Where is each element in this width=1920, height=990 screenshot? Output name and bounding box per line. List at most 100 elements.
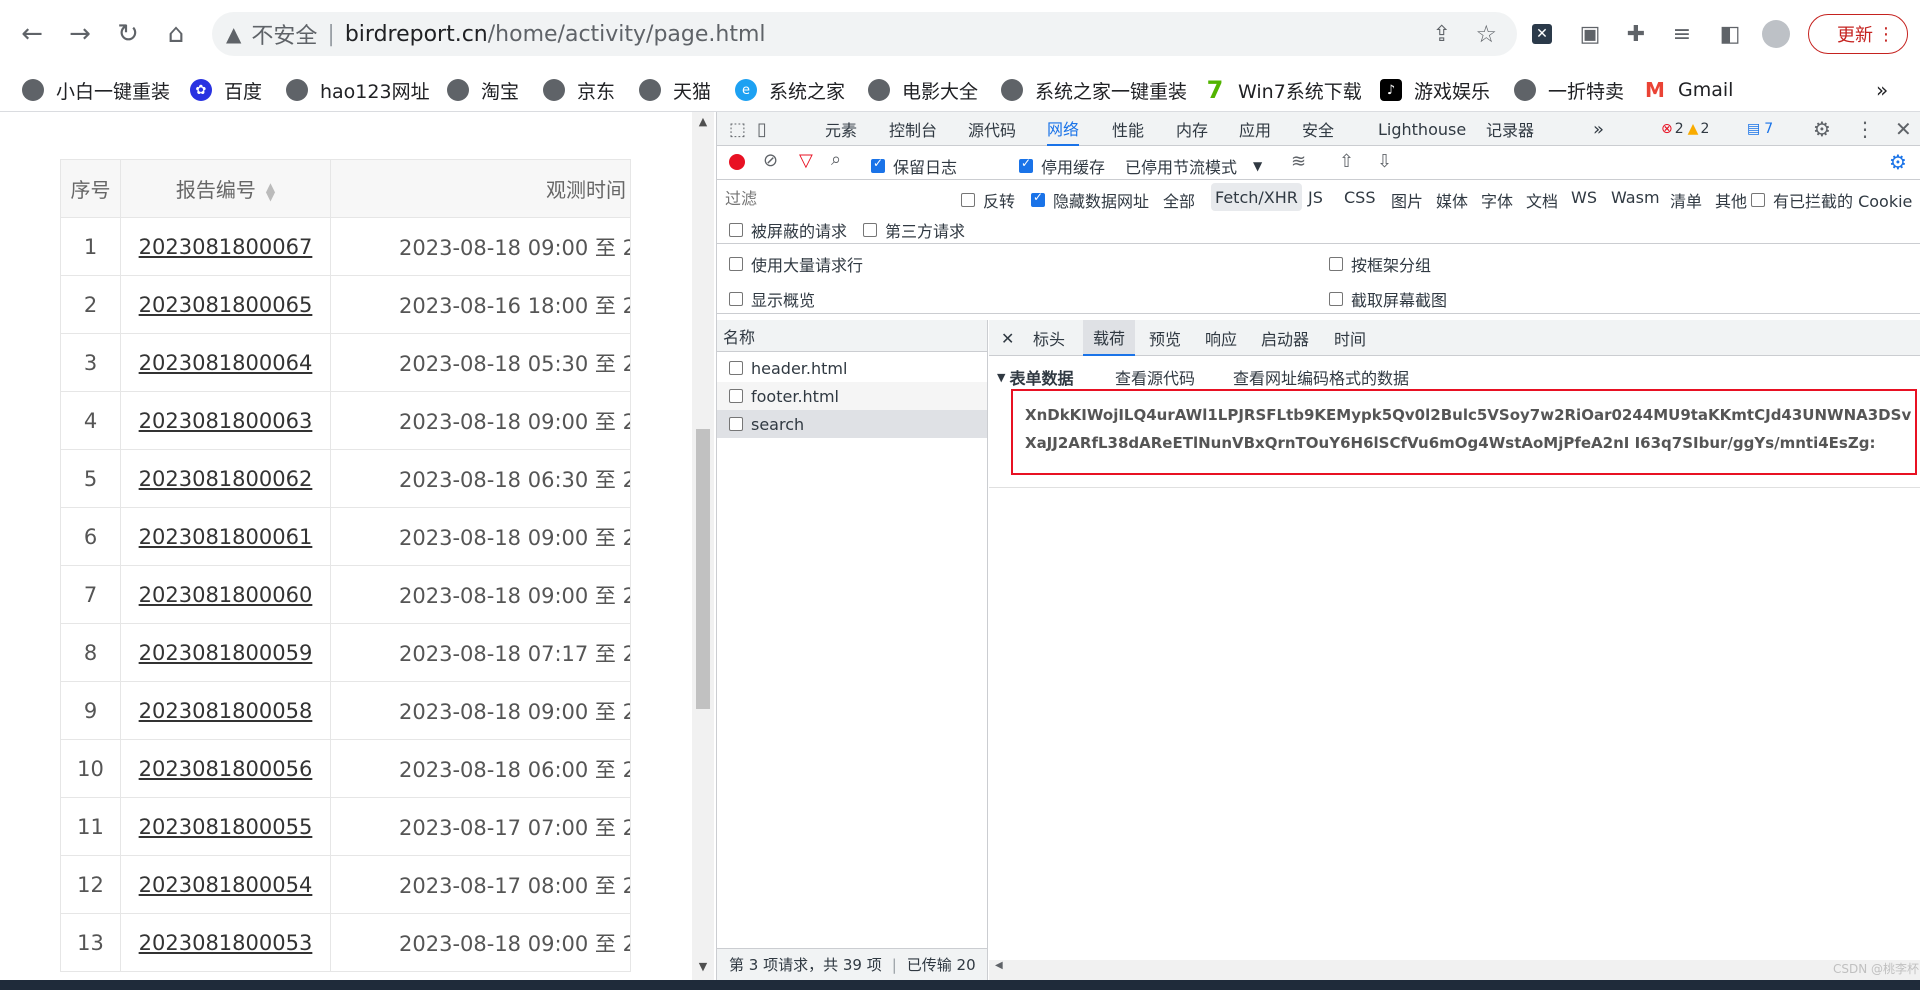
scrollbar-thumb[interactable] (696, 429, 710, 709)
home-icon[interactable]: ⌂ (156, 14, 196, 54)
blocked-cookies-checkbox[interactable]: 有已拦截的 Cookie (1751, 188, 1912, 212)
filter-type-img[interactable]: 图片 (1391, 188, 1423, 212)
tab-response[interactable]: 响应 (1205, 320, 1237, 356)
bookmark-item[interactable]: 一折特卖 (1514, 76, 1624, 104)
sort-icon[interactable]: ▲ ▼ (266, 181, 275, 202)
throttling-select[interactable]: 已停用节流模式 ▼ (1125, 154, 1262, 178)
payload-value[interactable]: XnDkKIWojILQ4urAWl1LPJRSFLtb9KEMypk5Qv0l… (1011, 389, 1917, 475)
clear-icon[interactable]: ⊘ (763, 150, 778, 171)
filter-funnel-icon[interactable]: ▽ (799, 150, 813, 171)
bookmark-item[interactable]: hao123网址 (286, 76, 430, 104)
filter-input[interactable] (721, 186, 941, 210)
update-button[interactable]: 更新 ⋮ (1808, 14, 1908, 54)
show-overview-checkbox[interactable]: 显示概览 (729, 287, 815, 311)
tab-network[interactable]: 网络 (1047, 112, 1080, 146)
screenshots-checkbox[interactable]: 截取屏幕截图 (1329, 287, 1447, 311)
puzzle-extensions-icon[interactable]: ✚ (1618, 16, 1654, 52)
name-column-header[interactable]: 名称 (717, 320, 987, 352)
export-har-icon[interactable]: ⇩ (1377, 151, 1392, 172)
more-tabs-icon[interactable]: » (1593, 112, 1604, 146)
filter-type-fetch-xhr[interactable]: Fetch/XHR (1211, 183, 1302, 211)
checkbox-unchecked[interactable] (729, 292, 743, 306)
filter-type-ws[interactable]: WS (1571, 188, 1597, 207)
column-header-report-no[interactable]: 报告编号 ▲ ▼ (120, 159, 331, 218)
device-toolbar-icon[interactable]: ▯ (757, 112, 767, 146)
report-no-link[interactable]: 2023081800061 (139, 525, 313, 549)
media-control-icon[interactable]: ≡ (1664, 16, 1700, 52)
third-party-checkbox[interactable]: 第三方请求 (863, 218, 965, 242)
page-scrollbar[interactable]: ▲ ▼ (692, 112, 714, 980)
filter-type-manifest[interactable]: 清单 (1670, 188, 1702, 212)
filter-type-media[interactable]: 媒体 (1436, 188, 1468, 212)
report-no-link[interactable]: 2023081800067 (139, 235, 313, 259)
report-no-link[interactable]: 2023081800064 (139, 351, 313, 375)
view-source-link[interactable]: 查看源代码 (1115, 365, 1195, 389)
bookmark-item[interactable]: e 系统之家 (735, 76, 845, 104)
share-icon[interactable]: ⇪ (1433, 22, 1451, 47)
preserve-log-checkbox[interactable]: 保留日志 (871, 154, 957, 178)
reload-icon[interactable]: ↻ (108, 14, 148, 54)
bookmark-item[interactable]: 天猫 (639, 76, 711, 104)
report-no-link[interactable]: 2023081800059 (139, 641, 313, 665)
large-rows-checkbox[interactable]: 使用大量请求行 (729, 252, 863, 276)
devtools-menu-icon[interactable]: ⋮ (1855, 112, 1875, 146)
tab-lighthouse[interactable]: Lighthouse (1378, 112, 1466, 146)
checkbox-unchecked[interactable] (1329, 257, 1343, 271)
report-no-link[interactable]: 2023081800060 (139, 583, 313, 607)
filter-type-all[interactable]: 全部 (1163, 188, 1195, 212)
tab-sources[interactable]: 源代码 (968, 112, 1016, 146)
checkbox-checked[interactable] (871, 156, 885, 173)
filter-type-css[interactable]: CSS (1344, 188, 1375, 207)
filter-type-wasm[interactable]: Wasm (1611, 188, 1660, 207)
bookmark-star-icon[interactable]: ☆ (1475, 20, 1497, 48)
report-no-link[interactable]: 2023081800053 (139, 931, 313, 955)
tab-elements[interactable]: 元素 (825, 112, 857, 146)
kebab-menu-icon[interactable]: ⋮ (1877, 24, 1895, 45)
profile-avatar-icon[interactable] (1758, 16, 1794, 52)
form-data-section[interactable]: ▼ 表单数据 (997, 365, 1073, 389)
hide-data-urls-checkbox[interactable]: 隐藏数据网址 (1031, 188, 1149, 212)
checkbox-checked[interactable] (1019, 156, 1033, 173)
request-row-selected[interactable]: search (717, 410, 987, 438)
tab-initiator[interactable]: 启动器 (1261, 320, 1309, 356)
checkbox-unchecked[interactable] (729, 257, 743, 271)
request-row[interactable]: footer.html (717, 382, 987, 410)
tab-memory[interactable]: 内存 (1176, 112, 1208, 146)
import-har-icon[interactable]: ⇧ (1339, 151, 1354, 172)
report-no-link[interactable]: 2023081800056 (139, 757, 313, 781)
group-by-frame-checkbox[interactable]: 按框架分组 (1329, 252, 1431, 276)
bookmark-item[interactable]: 小白一键重装 (22, 76, 170, 104)
messages-counter[interactable]: ▤ 7 (1747, 112, 1773, 146)
tab-console[interactable]: 控制台 (889, 112, 937, 146)
report-no-link[interactable]: 2023081800062 (139, 467, 313, 491)
bookmark-item[interactable]: ✿ 百度 (190, 76, 262, 104)
scroll-down-arrow-icon[interactable]: ▼ (692, 957, 714, 977)
inspect-element-icon[interactable]: ⬚ (729, 112, 746, 146)
record-icon[interactable] (729, 154, 745, 170)
tab-recorder[interactable]: 记录器 (1486, 112, 1534, 146)
bookmark-item[interactable]: 淘宝 (447, 76, 519, 104)
report-no-link[interactable]: 2023081800054 (139, 873, 313, 897)
request-row[interactable]: header.html (717, 354, 987, 382)
bookmarks-overflow-icon[interactable]: » (1876, 76, 1888, 104)
bookmark-item[interactable]: 系统之家一键重装 (1001, 76, 1187, 104)
bookmark-item[interactable]: 电影大全 (868, 76, 978, 104)
side-panel-icon[interactable]: ◧ (1712, 16, 1748, 52)
network-settings-gear-icon[interactable]: ⚙ (1889, 150, 1907, 174)
search-icon[interactable]: ⌕ (831, 149, 841, 170)
tab-performance[interactable]: 性能 (1112, 112, 1144, 146)
checkbox-unchecked[interactable] (863, 223, 877, 237)
tabs-extension-icon[interactable]: ▣ (1572, 16, 1608, 52)
forward-arrow-icon[interactable]: → (60, 14, 100, 54)
checkbox-unchecked[interactable] (961, 193, 975, 207)
tab-application[interactable]: 应用 (1239, 112, 1271, 146)
disable-cache-checkbox[interactable]: 停用缓存 (1019, 154, 1105, 178)
close-detail-icon[interactable]: ✕ (1001, 320, 1014, 356)
filter-type-font[interactable]: 字体 (1481, 188, 1513, 212)
filter-type-other[interactable]: 其他 (1715, 188, 1747, 212)
scroll-up-arrow-icon[interactable]: ▲ (692, 112, 714, 132)
checkbox-checked[interactable] (1031, 190, 1045, 207)
tab-payload[interactable]: 载荷 (1083, 320, 1136, 356)
report-no-link[interactable]: 2023081800058 (139, 699, 313, 723)
tab-timing[interactable]: 时间 (1334, 320, 1366, 356)
